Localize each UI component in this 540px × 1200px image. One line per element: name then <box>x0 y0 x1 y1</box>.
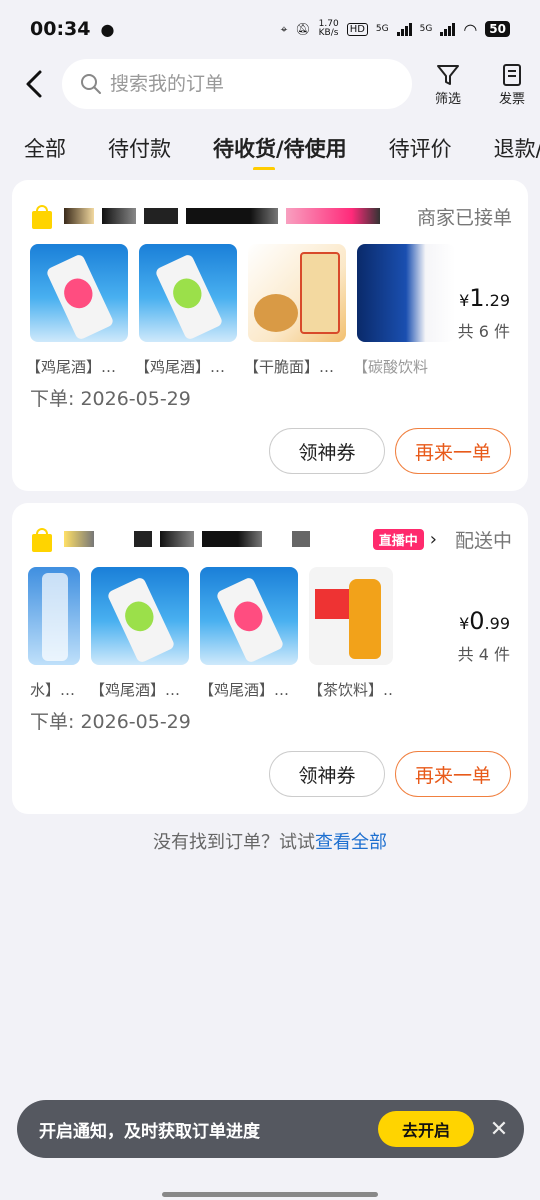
product-image[interactable] <box>248 244 346 342</box>
battery-icon: 50 <box>485 21 510 37</box>
order-card[interactable]: 商家已接单 ¥1.29 共 6 件 【鸡尾酒】… 【鸡尾酒】… 【干脆面】… 【… <box>12 180 528 491</box>
live-badge: 直播中 <box>372 528 424 550</box>
product-image[interactable] <box>200 567 298 665</box>
not-found-text: 没有找到订单？试试 <box>153 832 315 853</box>
product-name: 【碳酸饮料 <box>353 358 429 376</box>
price-decimal: .99 <box>484 614 510 633</box>
product-thumbnails[interactable] <box>28 567 404 667</box>
product-name: 【茶饮料】… <box>308 681 392 699</box>
shop-name-redacted <box>160 531 194 547</box>
shop-row[interactable]: 直播中 › 配送中 <box>32 521 512 557</box>
shop-row[interactable]: 商家已接单 <box>32 198 512 234</box>
order-price: ¥1.29 共 6 件 <box>458 284 510 342</box>
product-image[interactable] <box>28 567 80 665</box>
header: 筛选 发票 <box>0 56 540 112</box>
product-names: 【鸡尾酒】… 【鸡尾酒】… 【干脆面】… 【碳酸饮料 <box>26 356 437 377</box>
filter-icon <box>437 64 459 85</box>
network-label-1: 5G <box>375 24 389 34</box>
back-button[interactable] <box>12 62 56 106</box>
status-bar: 00:34 ● ⌖ 🔕︎ 1.70 KB/s HD 5G 5G ◠ 50 <box>0 0 540 58</box>
coupon-button[interactable]: 领神券 <box>269 751 385 797</box>
product-image[interactable] <box>30 244 128 342</box>
shop-name-redacted <box>286 208 380 224</box>
order-date: 下单: 2026-05-29 <box>30 388 191 410</box>
product-name: 【鸡尾酒】… <box>135 358 226 376</box>
chevron-right-icon: › <box>429 528 437 550</box>
search-bar[interactable] <box>62 59 412 109</box>
product-name: 【鸡尾酒】… <box>26 358 117 376</box>
reorder-button[interactable]: 再来一单 <box>395 751 511 797</box>
product-name: 水】… <box>30 681 76 699</box>
status-time: 00:34 <box>30 18 91 40</box>
order-card[interactable]: 直播中 › 配送中 ¥0.99 共 4 件 水】… 【鸡尾酒】… 【鸡尾酒】… … <box>12 503 528 814</box>
invoice-icon <box>503 63 521 86</box>
wifi-icon: ◠ <box>463 19 478 39</box>
order-tabs: 全部 待付款 待收货/待使用 待评价 退款/ <box>0 126 540 170</box>
tab-all[interactable]: 全部 <box>0 133 66 163</box>
price-symbol: ¥ <box>459 291 470 310</box>
search-input[interactable] <box>110 73 370 95</box>
shop-name-redacted <box>186 208 278 224</box>
view-all-link[interactable]: 查看全部 <box>315 832 387 853</box>
price-decimal: .29 <box>484 291 510 310</box>
price-value: ¥0.99 <box>458 607 510 635</box>
product-names: 水】… 【鸡尾酒】… 【鸡尾酒】… 【茶饮料】… <box>26 679 392 700</box>
price-value: ¥1.29 <box>458 284 510 312</box>
product-image[interactable] <box>91 567 189 665</box>
order-price: ¥0.99 共 4 件 <box>458 607 510 665</box>
wechat-icon: ● <box>100 19 115 39</box>
coupon-button[interactable]: 领神券 <box>269 428 385 474</box>
price-symbol: ¥ <box>459 614 470 633</box>
shop-bag-icon <box>32 526 56 552</box>
not-found-hint: 没有找到订单？试试查看全部 <box>0 828 540 854</box>
price-int: 0 <box>469 607 485 635</box>
product-thumbnails[interactable] <box>30 244 466 344</box>
back-arrow-icon <box>26 70 42 98</box>
shop-name-redacted <box>64 208 94 224</box>
invoice-label: 发票 <box>498 91 525 107</box>
shop-name-redacted <box>292 531 310 547</box>
product-name: 【干脆面】… <box>244 358 335 376</box>
network-label-2: 5G <box>419 24 433 34</box>
mute-icon: 🔕︎ <box>295 22 311 36</box>
signal-icon-2 <box>440 22 456 36</box>
search-icon <box>81 74 101 94</box>
notification-toast: 开启通知，及时获取订单进度 去开启 ✕ <box>17 1100 524 1158</box>
order-status: 商家已接单 <box>416 206 512 229</box>
status-icons: ⌖ 🔕︎ 1.70 KB/s HD 5G 5G ◠ 50 <box>281 20 510 39</box>
price-int: 1 <box>469 284 485 312</box>
close-icon[interactable]: ✕ <box>474 1117 524 1142</box>
filter-label: 筛选 <box>434 91 461 107</box>
product-name: 【鸡尾酒】… <box>199 681 290 699</box>
hd-icon: HD <box>346 22 368 36</box>
net-speed: 1.70 KB/s <box>318 19 339 38</box>
live-entry[interactable]: 直播中 › 配送中 <box>372 526 512 553</box>
shop-name-redacted <box>202 531 262 547</box>
order-status: 配送中 <box>454 529 512 552</box>
shop-name-redacted <box>64 531 94 547</box>
product-name: 【鸡尾酒】… <box>90 681 181 699</box>
product-image[interactable] <box>139 244 237 342</box>
product-image[interactable] <box>357 244 455 342</box>
shop-name-redacted <box>102 208 136 224</box>
tab-refund[interactable]: 退款/ <box>452 133 540 163</box>
reorder-button[interactable]: 再来一单 <box>395 428 511 474</box>
tab-pending-payment[interactable]: 待付款 <box>66 133 171 163</box>
item-count: 共 6 件 <box>457 322 510 341</box>
invoice-button[interactable]: 发票 <box>484 62 540 107</box>
tab-pending-review[interactable]: 待评价 <box>347 133 452 163</box>
order-date: 下单: 2026-05-29 <box>30 711 191 733</box>
shop-name-redacted <box>144 208 178 224</box>
enable-notification-button[interactable]: 去开启 <box>378 1111 474 1147</box>
tab-pending-receipt[interactable]: 待收货/待使用 <box>171 133 347 170</box>
product-image[interactable] <box>309 567 393 665</box>
filter-button[interactable]: 筛选 <box>420 62 476 107</box>
signal-icon-1 <box>396 22 412 36</box>
shop-name-redacted <box>134 531 152 547</box>
location-icon: ⌖ <box>280 21 288 36</box>
toast-message: 开启通知，及时获取订单进度 <box>39 1121 260 1142</box>
shop-bag-icon <box>32 203 56 229</box>
item-count: 共 4 件 <box>457 645 510 664</box>
home-indicator[interactable] <box>162 1192 378 1197</box>
